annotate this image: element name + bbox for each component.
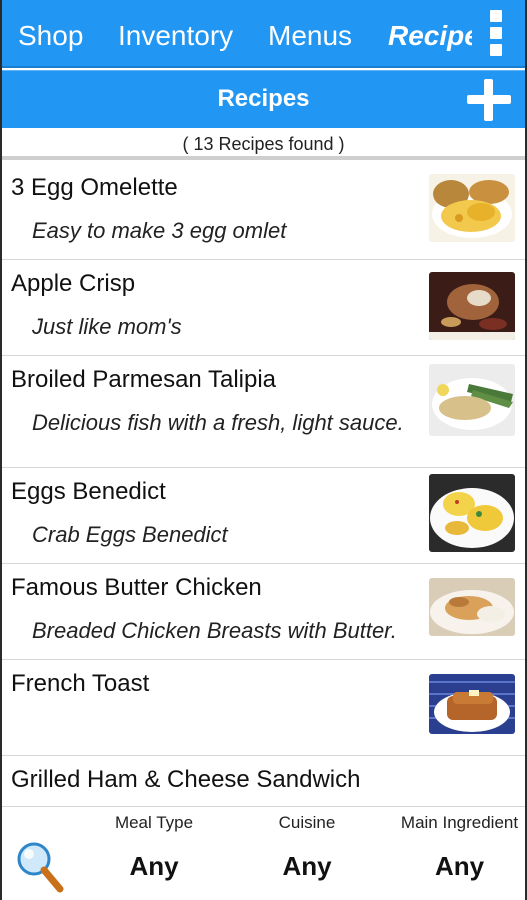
list-item[interactable]: Grilled Ham & Cheese Sandwich — [2, 756, 525, 806]
list-item[interactable]: Eggs Benedict Crab Eggs Benedict — [2, 468, 525, 564]
main-ingredient-filter[interactable]: Main Ingredient Any — [387, 813, 525, 882]
plus-icon[interactable] — [467, 79, 511, 121]
recipe-count: ( 13 Recipes found ) — [2, 128, 525, 160]
fish-photo — [429, 364, 515, 436]
list-item[interactable]: Apple Crisp Just like mom's — [2, 260, 525, 356]
recipe-name: 3 Egg Omelette — [11, 174, 178, 201]
top-tab-bar: Shop Inventory Menus Recipes — [2, 0, 525, 68]
tab-menus[interactable]: Menus — [268, 18, 352, 54]
list-item[interactable]: Famous Butter Chicken Breaded Chicken Br… — [2, 564, 525, 660]
recipe-name: Apple Crisp — [11, 270, 136, 297]
cuisine-label: Cuisine — [278, 813, 336, 832]
filter-bar: Meal Type Any Cuisine Any Main Ingredien… — [2, 806, 525, 900]
recipe-description: Just like mom's — [32, 314, 182, 339]
tab-recipes[interactable]: Recipes — [388, 18, 472, 54]
list-item[interactable]: French Toast — [2, 660, 525, 756]
meal-type-filter[interactable]: Meal Type Any — [94, 813, 214, 882]
recipe-description: Easy to make 3 egg omlet — [32, 218, 287, 243]
tab-shop[interactable]: Shop — [18, 18, 83, 54]
recipe-description: Crab Eggs Benedict — [32, 522, 228, 547]
tab-inventory[interactable]: Inventory — [118, 18, 233, 54]
page-title: Recipes — [217, 85, 310, 112]
recipe-list: 3 Egg Omelette Easy to make 3 egg omlet … — [2, 164, 525, 806]
list-item[interactable]: 3 Egg Omelette Easy to make 3 egg omlet — [2, 164, 525, 260]
recipe-description: Delicious fish with a fresh, light sauce… — [32, 410, 404, 435]
main-ingredient-label: Main Ingredient — [400, 813, 519, 832]
list-item[interactable]: Broiled Parmesan Talipia Delicious fish … — [2, 356, 525, 468]
magnifier-icon[interactable] — [16, 837, 66, 899]
cuisine-filter[interactable]: Cuisine Any — [247, 813, 367, 882]
french-toast-photo — [429, 674, 515, 734]
recipe-name: Grilled Ham & Cheese Sandwich — [11, 766, 361, 793]
header-bar: Recipes — [2, 70, 525, 128]
eggs-benedict-photo — [429, 474, 515, 552]
omelette-photo — [429, 174, 515, 242]
apple-crisp-photo — [429, 272, 515, 340]
cuisine-value: Any — [282, 851, 332, 881]
recipe-name: French Toast — [11, 670, 150, 697]
kebab-menu-icon[interactable] — [489, 10, 503, 58]
meal-type-value: Any — [129, 851, 179, 881]
recipe-description: Breaded Chicken Breasts with Butter. — [32, 618, 397, 643]
butter-chicken-photo — [429, 578, 515, 636]
recipes-screen: Shop Inventory Menus Recipes Recipes ( 1… — [0, 0, 527, 900]
meal-type-label: Meal Type — [114, 813, 194, 832]
recipe-name: Broiled Parmesan Talipia — [11, 366, 277, 393]
recipe-name: Eggs Benedict — [11, 478, 166, 505]
main-ingredient-value: Any — [434, 851, 485, 881]
recipe-name: Famous Butter Chicken — [11, 574, 262, 601]
